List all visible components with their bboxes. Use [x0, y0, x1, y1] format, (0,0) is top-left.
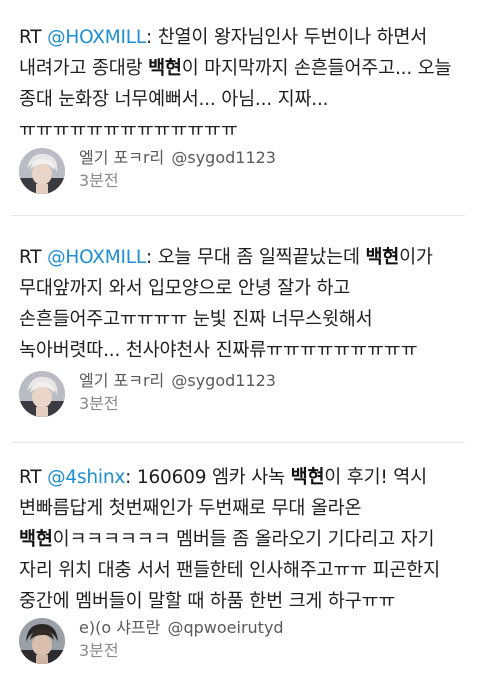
author-line: 엘기 포ㅋr리 @sygod1123	[79, 148, 276, 168]
avatar[interactable]	[19, 618, 65, 664]
tweet-text-part: RT	[19, 247, 48, 268]
tweet-text: RT @4shinx: 160609 엠카 사녹 백현이 후기! 역시 변빠름답…	[19, 462, 465, 617]
tweet-time: 3분전	[79, 171, 119, 190]
tweet-author[interactable]: e)(o 샤프란 @qpwoeirutyd 3분전	[19, 618, 439, 668]
tweet-item[interactable]: RT @4shinx: 160609 엠카 사녹 백현이 후기! 역시 변빠름답…	[0, 443, 480, 682]
author-name: 엘기 포ㅋr리	[79, 148, 165, 167]
highlighted-keyword: 백현	[365, 247, 400, 268]
mention-link[interactable]: @HOXMILL	[47, 27, 146, 48]
author-name: 엘기 포ㅋr리	[79, 371, 165, 390]
author-line: e)(o 샤프란 @qpwoeirutyd	[79, 618, 284, 638]
tweet-text-part: : 160609 엠카 사녹	[125, 467, 291, 488]
tweet-author[interactable]: 엘기 포ㅋr리 @sygod1123 3분전	[19, 148, 439, 198]
tweet-text-part: : 오늘 무대 좀 일찍끝났는데	[146, 247, 366, 268]
tweet-item[interactable]: RT @HOXMILL: 찬열이 왕자님인사 두번이나 하면서 내려가고 종대랑…	[0, 0, 480, 215]
tweet-text-part: 이ㅋㅋㅋㅋㅋㅋ 멤버들 좀 올라오기 기다리고 자기 자리 위치 대충 서서 팬…	[19, 529, 440, 612]
avatar-image	[19, 618, 65, 664]
avatar[interactable]	[19, 371, 65, 417]
tweet-text: RT @HOXMILL: 찬열이 왕자님인사 두번이나 하면서 내려가고 종대랑…	[19, 22, 465, 146]
tweet-text: RT @HOXMILL: 오늘 무대 좀 일찍끝났는데 백현이가 무대앞까지 와…	[19, 242, 465, 366]
highlighted-keyword: 백현	[290, 467, 325, 488]
author-name: e)(o 샤프란	[79, 618, 161, 637]
author-line: 엘기 포ㅋr리 @sygod1123	[79, 371, 276, 391]
author-handle: @qpwoeirutyd	[167, 618, 284, 637]
tweet-feed: RT @HOXMILL: 찬열이 왕자님인사 두번이나 하면서 내려가고 종대랑…	[0, 0, 480, 682]
avatar-image	[19, 148, 65, 194]
tweet-author[interactable]: 엘기 포ㅋr리 @sygod1123 3분전	[19, 371, 439, 421]
author-handle: @sygod1123	[171, 371, 276, 390]
mention-link[interactable]: @HOXMILL	[47, 247, 146, 268]
tweet-text-part: RT	[19, 27, 48, 48]
avatar[interactable]	[19, 148, 65, 194]
author-handle: @sygod1123	[171, 148, 276, 167]
tweet-item[interactable]: RT @HOXMILL: 오늘 무대 좀 일찍끝났는데 백현이가 무대앞까지 와…	[0, 216, 480, 442]
highlighted-keyword: 백현	[148, 58, 182, 79]
highlighted-keyword: 백현	[19, 529, 53, 550]
tweet-time: 3분전	[79, 394, 119, 413]
mention-link[interactable]: @4shinx	[47, 467, 125, 488]
tweet-time: 3분전	[79, 641, 119, 660]
avatar-image	[19, 371, 65, 417]
tweet-text-part: RT	[19, 467, 48, 488]
